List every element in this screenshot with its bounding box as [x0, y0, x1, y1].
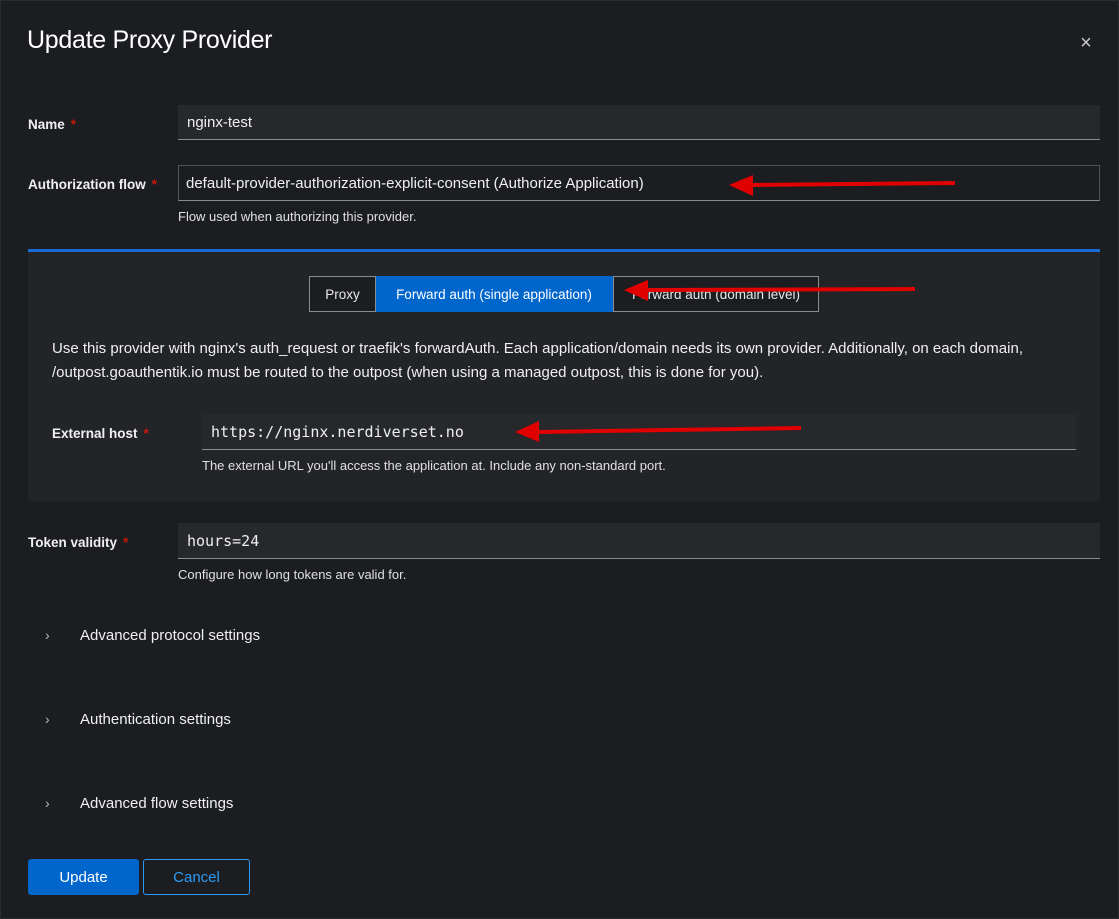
- name-input[interactable]: nginx-test: [178, 105, 1100, 140]
- required-marker: *: [123, 535, 129, 550]
- authorization-flow-selected-value: default-provider-authorization-explicit-…: [186, 174, 644, 192]
- external-host-label-text: External host: [52, 426, 138, 441]
- required-marker: *: [143, 426, 149, 441]
- authentication-settings-toggle[interactable]: › Authentication settings: [45, 710, 231, 729]
- token-validity-label-text: Token validity: [28, 535, 118, 550]
- advanced-protocol-settings-toggle[interactable]: › Advanced protocol settings: [45, 626, 261, 645]
- authentication-settings-label: Authentication settings: [80, 711, 231, 728]
- chevron-right-icon: ›: [45, 710, 50, 727]
- chevron-right-icon: ›: [45, 794, 50, 811]
- external-host-input[interactable]: https://nginx.nerdiverset.no: [202, 414, 1076, 450]
- mode-description: Use this provider with nginx's auth_requ…: [52, 340, 1023, 381]
- cancel-button[interactable]: Cancel: [143, 859, 250, 895]
- advanced-protocol-settings-label: Advanced protocol settings: [80, 627, 261, 644]
- required-marker: *: [70, 117, 77, 132]
- mode-toggle-group: Proxy Forward auth (single application) …: [309, 276, 819, 312]
- token-validity-input[interactable]: hours=24: [178, 523, 1100, 559]
- token-validity-helper: Configure how long tokens are valid for.: [178, 567, 407, 582]
- modal-title: Update Proxy Provider: [27, 26, 273, 54]
- required-marker: *: [151, 177, 157, 192]
- update-button[interactable]: Update: [28, 859, 139, 895]
- external-host-label: External host *: [52, 426, 149, 441]
- external-host-input-value: https://nginx.nerdiverset.no: [211, 422, 464, 441]
- mode-proxy-button[interactable]: Proxy: [309, 276, 376, 312]
- advanced-flow-settings-toggle[interactable]: › Advanced flow settings: [45, 794, 234, 813]
- token-validity-label: Token validity *: [28, 535, 128, 550]
- authorization-flow-helper: Flow used when authorizing this provider…: [178, 209, 417, 224]
- external-host-helper: The external URL you'll access the appli…: [202, 458, 666, 473]
- name-input-value: nginx-test: [187, 113, 253, 131]
- token-validity-input-value: hours=24: [187, 531, 260, 550]
- close-icon[interactable]: ×: [1077, 33, 1095, 53]
- authorization-flow-select[interactable]: default-provider-authorization-explicit-…: [178, 165, 1100, 201]
- chevron-right-icon: ›: [45, 626, 50, 643]
- update-proxy-provider-dialog: Update Proxy Provider × Name * nginx-test…: [0, 0, 1119, 919]
- name-label: Name *: [28, 117, 76, 132]
- advanced-flow-settings-label: Advanced flow settings: [80, 795, 234, 812]
- authorization-flow-label: Authorization flow *: [28, 177, 157, 192]
- mode-forward-auth-single-button[interactable]: Forward auth (single application): [376, 276, 613, 312]
- name-label-text: Name: [28, 117, 65, 132]
- authorization-flow-label-text: Authorization flow: [28, 177, 146, 192]
- mode-forward-auth-domain-button[interactable]: Forward auth (domain level): [613, 276, 819, 312]
